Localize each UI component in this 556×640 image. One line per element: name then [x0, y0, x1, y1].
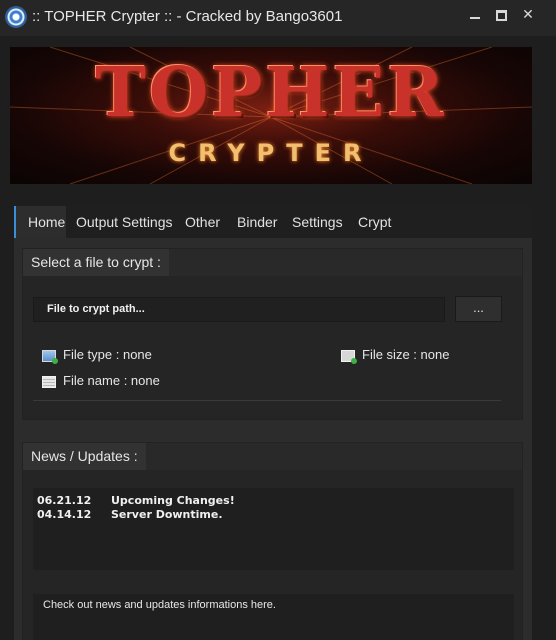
file-name-label: File name : none [63, 373, 160, 388]
window-title: :: TOPHER Crypter :: - Cracked by Bango3… [32, 8, 343, 25]
tab-binder[interactable]: Binder [237, 206, 277, 238]
minimize-icon [470, 17, 480, 20]
banner-logo: TOPHER CRYPTER [10, 47, 532, 184]
tab-strip: Home Output Settings Other Binder Settin… [14, 206, 532, 238]
news-list[interactable]: 06.21.12 Upcoming Changes! 04.14.12 Server… [33, 488, 514, 570]
file-type-info: File type : none [42, 347, 152, 364]
tab-output-settings[interactable]: Output Settings [76, 206, 173, 238]
divider [33, 400, 501, 401]
news-date: 06.21.12 [37, 494, 92, 507]
app-icon[interactable] [5, 6, 27, 28]
file-group: Select a file to crypt : [22, 248, 523, 420]
file-size-label: File size : none [362, 347, 450, 362]
maximize-button[interactable] [490, 4, 512, 24]
logo-subtitle: CRYPTER [168, 139, 374, 167]
tab-home[interactable]: Home [14, 206, 66, 238]
minimize-button[interactable] [464, 4, 486, 24]
page-add-icon [341, 349, 357, 364]
news-item: 06.21.12 Upcoming Changes! [37, 494, 235, 507]
browse-button[interactable]: ... [455, 296, 502, 322]
close-button[interactable]: ✕ [517, 4, 539, 24]
tab-settings[interactable]: Settings [292, 206, 343, 238]
image-file-icon [42, 349, 58, 364]
file-name-info: File name : none [42, 373, 160, 388]
news-text: Server Downtime. [111, 508, 223, 521]
news-date: 04.14.12 [37, 508, 92, 521]
close-icon: ✕ [522, 6, 534, 22]
title-bar: :: TOPHER Crypter :: - Cracked by Bango3… [0, 0, 556, 36]
tab-crypt[interactable]: Crypt [358, 206, 391, 238]
logo-title: TOPHER [95, 53, 447, 133]
tab-other[interactable]: Other [185, 206, 220, 238]
news-group-header: News / Updates : [23, 443, 146, 470]
news-text: Upcoming Changes! [111, 494, 235, 507]
maximize-icon [495, 9, 507, 21]
file-path-input[interactable]: File to crypt path... [33, 297, 445, 322]
file-type-label: File type : none [63, 347, 152, 362]
file-group-header: Select a file to crypt : [23, 249, 169, 276]
file-size-info: File size : none [341, 347, 450, 364]
news-item: 04.14.12 Server Downtime. [37, 508, 223, 521]
news-description: Check out news and updates informations … [33, 594, 514, 640]
text-file-icon [42, 375, 56, 388]
